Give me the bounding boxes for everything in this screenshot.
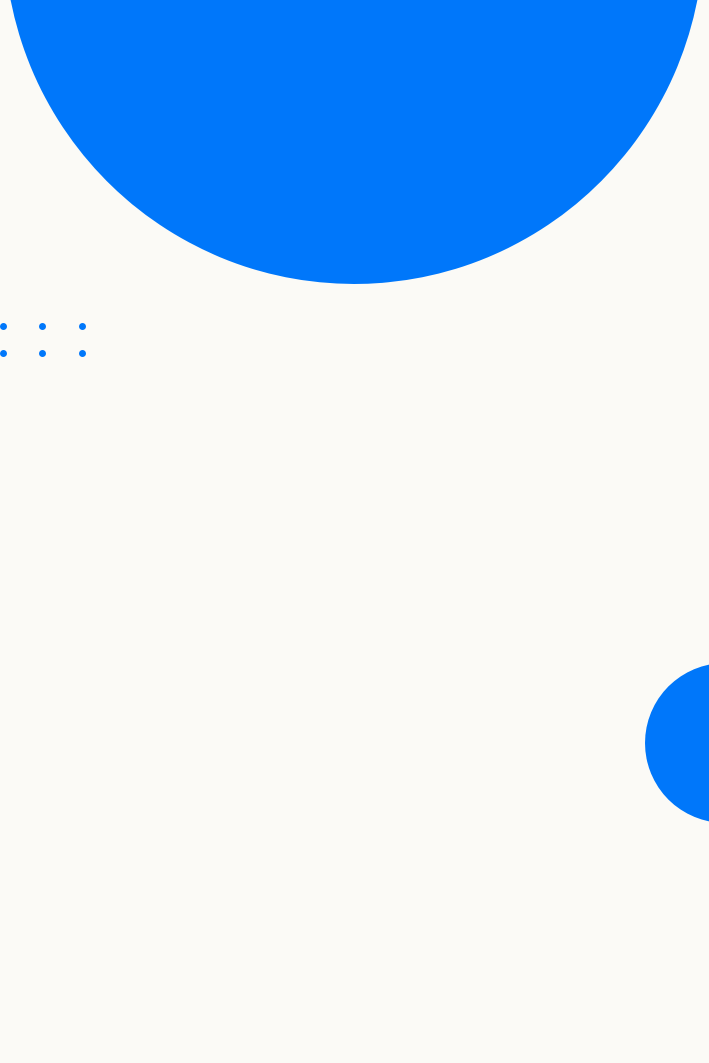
top-blue-circle xyxy=(4,0,704,284)
dot xyxy=(0,323,7,330)
background-canvas xyxy=(0,0,709,1063)
dot xyxy=(79,350,86,357)
dot xyxy=(0,350,7,357)
dot xyxy=(79,323,86,330)
side-blue-circle xyxy=(645,663,709,823)
dot-grid xyxy=(0,0,100,370)
dot xyxy=(39,350,46,357)
dot xyxy=(39,323,46,330)
